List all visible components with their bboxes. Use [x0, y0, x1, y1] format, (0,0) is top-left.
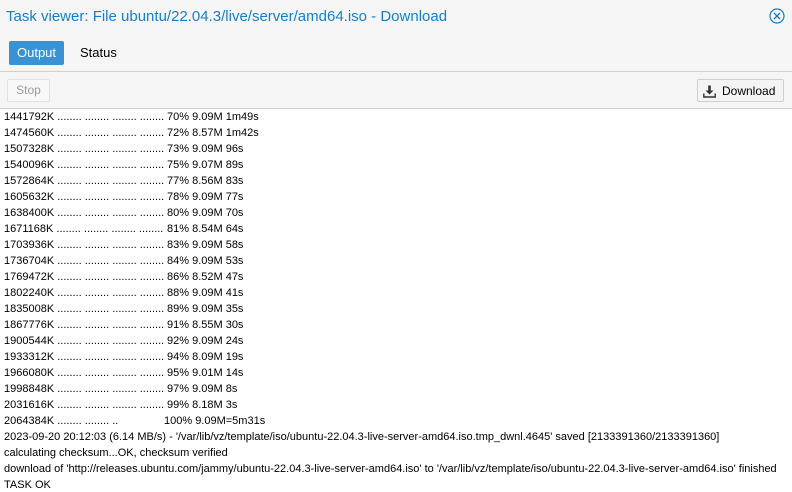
log-progress-prefix: 1474560K ........ ........ ........ ....… — [4, 127, 165, 139]
log-progress-stat: 73% 9.09M 96s — [167, 143, 244, 155]
log-progress-line: 1638400K ........ ........ ........ ....… — [0, 205, 792, 221]
log-progress-stat: 83% 9.09M 58s — [167, 239, 244, 251]
log-progress-line: 2031616K ........ ........ ........ ....… — [0, 397, 792, 413]
log-progress-prefix: 1540096K ........ ........ ........ ....… — [4, 159, 165, 171]
log-progress-prefix: 1769472K ........ ........ ........ ....… — [4, 271, 165, 283]
log-progress-stat: 72% 8.57M 1m42s — [167, 127, 259, 139]
log-progress-stat: 86% 8.52M 47s — [167, 271, 244, 283]
log-progress-stat: 78% 9.09M 77s — [167, 191, 244, 203]
log-progress-stat: 89% 9.09M 35s — [167, 303, 244, 315]
log-progress-line: 1540096K ........ ........ ........ ....… — [0, 157, 792, 173]
log-progress-prefix: 1605632K ........ ........ ........ ....… — [4, 191, 165, 203]
log-progress-prefix: 1703936K ........ ........ ........ ....… — [4, 239, 165, 251]
log-progress-line: 1474560K ........ ........ ........ ....… — [0, 125, 792, 141]
log-progress-prefix: 1507328K ........ ........ ........ ....… — [4, 143, 165, 155]
log-progress-line: 1933312K ........ ........ ........ ....… — [0, 349, 792, 365]
close-circle-icon[interactable] — [769, 8, 785, 24]
stop-button[interactable]: Stop — [7, 79, 50, 102]
log-progress-line: 1802240K ........ ........ ........ ....… — [0, 285, 792, 301]
log-progress-prefix: 2064384K ........ ........ .. — [4, 415, 119, 427]
log-progress-stat: 92% 9.09M 24s — [167, 335, 244, 347]
tab-output[interactable]: Output — [9, 41, 65, 65]
log-progress-stat: 81% 8.54M 64s — [167, 223, 244, 235]
log-progress-stat: 80% 9.09M 70s — [167, 207, 244, 219]
log-progress-prefix: 1966080K ........ ........ ........ ....… — [4, 367, 165, 379]
task-log-output: 1441792K ........ ........ ........ ....… — [0, 109, 792, 492]
log-progress-prefix: 1671168K ........ ........ ........ ....… — [4, 223, 164, 235]
log-text-line: TASK OK — [4, 479, 51, 491]
log-progress-line: 1998848K ........ ........ ........ ....… — [0, 381, 792, 397]
log-progress-prefix: 1835008K ........ ........ ........ ....… — [4, 303, 165, 315]
download-button-label: Download — [722, 84, 776, 98]
log-progress-line: 2064384K ........ ........ .. 100% 9.09M=… — [0, 413, 792, 429]
log-progress-prefix: 1998848K ........ ........ ........ ....… — [4, 383, 165, 395]
log-progress-stat: 95% 9.01M 14s — [167, 367, 244, 379]
log-progress-stat: 84% 9.09M 53s — [167, 255, 244, 267]
log-progress-line: 1572864K ........ ........ ........ ....… — [0, 173, 792, 189]
log-progress-prefix: 1867776K ........ ........ ........ ....… — [4, 319, 165, 331]
log-progress-stat: 75% 9.07M 89s — [167, 159, 244, 171]
log-progress-stat: 99% 8.18M 3s — [167, 399, 238, 411]
log-progress-stat: 100% 9.09M=5m31s — [164, 415, 266, 427]
log-progress-line: 1507328K ........ ........ ........ ....… — [0, 141, 792, 157]
log-progress-stat: 97% 9.09M 8s — [167, 383, 238, 395]
log-progress-line: 1441792K ........ ........ ........ ....… — [0, 109, 792, 125]
log-progress-line: 1867776K ........ ........ ........ ....… — [0, 317, 792, 333]
log-progress-line: 1769472K ........ ........ ........ ....… — [0, 269, 792, 285]
log-progress-prefix: 1933312K ........ ........ ........ ....… — [4, 351, 165, 363]
log-progress-stat: 91% 8.55M 30s — [167, 319, 244, 331]
task-viewer-window: Task viewer: File ubuntu/22.04.3/live/se… — [0, 0, 792, 492]
log-progress-prefix: 2031616K ........ ........ ........ ....… — [4, 399, 165, 411]
window-title: Task viewer: File ubuntu/22.04.3/live/se… — [6, 8, 448, 25]
log-progress-line: 1966080K ........ ........ ........ ....… — [0, 365, 792, 381]
tab-status[interactable]: Status — [72, 41, 125, 65]
log-progress-stat: 77% 8.56M 83s — [167, 175, 244, 187]
log-progress-prefix: 1441792K ........ ........ ........ ....… — [4, 111, 165, 123]
log-progress-prefix: 1572864K ........ ........ ........ ....… — [4, 175, 165, 187]
log-progress-stat: 88% 9.09M 41s — [167, 287, 244, 299]
log-progress-prefix: 1900544K ........ ........ ........ ....… — [4, 335, 165, 347]
log-progress-stat: 70% 9.09M 1m49s — [167, 111, 259, 123]
log-progress-line: 1605632K ........ ........ ........ ....… — [0, 189, 792, 205]
log-progress-stat: 94% 8.09M 19s — [167, 351, 244, 363]
log-progress-line: 1671168K ........ ........ ........ ....… — [0, 221, 792, 237]
log-text-line: download of 'http://releases.ubuntu.com/… — [4, 463, 777, 475]
title-bar: Task viewer: File ubuntu/22.04.3/live/se… — [0, 0, 792, 34]
log-progress-prefix: 1736704K ........ ........ ........ ....… — [4, 255, 165, 267]
download-icon — [703, 84, 716, 98]
tab-bar: Output Status — [0, 34, 792, 72]
log-progress-line: 1736704K ........ ........ ........ ....… — [0, 253, 792, 269]
toolbar: Stop Download — [0, 72, 792, 109]
log-progress-line: 1900544K ........ ........ ........ ....… — [0, 333, 792, 349]
log-text-line: calculating checksum...OK, checksum veri… — [4, 447, 228, 459]
log-progress-line: 1703936K ........ ........ ........ ....… — [0, 237, 792, 253]
log-progress-prefix: 1638400K ........ ........ ........ ....… — [4, 207, 165, 219]
log-progress-prefix: 1802240K ........ ........ ........ ....… — [4, 287, 165, 299]
log-progress-line: 1835008K ........ ........ ........ ....… — [0, 301, 792, 317]
log-text-line: 2023-09-20 20:12:03 (6.14 MB/s) - '/var/… — [4, 431, 720, 443]
download-button[interactable]: Download — [697, 79, 784, 102]
